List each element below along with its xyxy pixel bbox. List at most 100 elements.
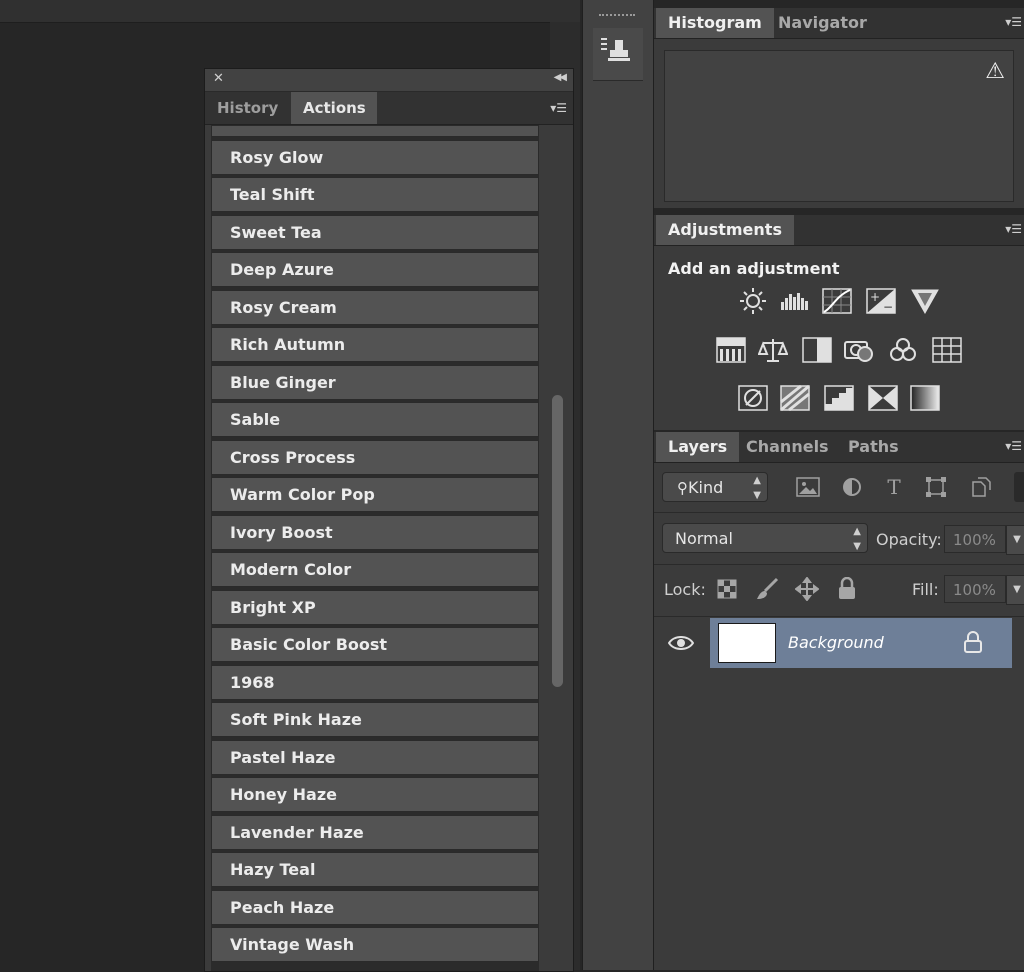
curves-icon[interactable] [822, 288, 852, 314]
shape-layer-filter-icon[interactable] [924, 475, 948, 499]
opacity-input[interactable]: 100% [944, 525, 1006, 553]
action-item[interactable]: Ivory Boost [211, 514, 539, 550]
panel-menu-icon[interactable]: ▾☰ [1005, 439, 1022, 453]
hue-saturation-icon[interactable] [716, 337, 746, 363]
levels-icon[interactable] [780, 288, 810, 314]
action-item[interactable]: Deep Azure [211, 252, 539, 287]
layer-thumbnail[interactable] [718, 623, 776, 663]
collapse-icon[interactable]: ◀◀ [554, 72, 567, 83]
divider [654, 616, 1024, 617]
lock-all-icon[interactable] [834, 576, 860, 602]
layers-panel: Layers Channels Paths ▾☰ ⚲Kind ▲ ▼ T Norm… [654, 432, 1024, 970]
fill-label: Fill: [912, 580, 939, 599]
action-item[interactable]: Cross Process [211, 439, 539, 475]
svg-text:+: + [870, 290, 880, 304]
lock-icon [962, 631, 984, 653]
document-tabbar [0, 0, 580, 23]
tab-histogram[interactable]: Histogram [656, 8, 774, 38]
action-item[interactable]: Warm Color Pop [211, 477, 539, 512]
tab-channels[interactable]: Channels [734, 432, 841, 462]
photo-filter-icon[interactable] [844, 337, 874, 363]
invert-icon[interactable] [738, 385, 768, 411]
histogram-panel-tabs: Histogram Navigator ▾☰ [654, 8, 1024, 39]
tab-actions[interactable]: Actions [291, 92, 377, 124]
channel-mixer-icon[interactable] [888, 337, 918, 363]
stepper-icon: ▲ ▼ [753, 475, 761, 501]
layer-selected[interactable]: Background [710, 618, 1012, 668]
tab-paths[interactable]: Paths [836, 432, 911, 462]
vibrance-icon[interactable] [910, 288, 940, 314]
action-item[interactable]: Soft Pink Haze [211, 702, 539, 737]
opacity-label: Opacity: [876, 530, 942, 549]
action-item[interactable]: Vintage Wash [211, 927, 539, 962]
action-item[interactable]: Honey Haze [211, 777, 539, 812]
action-item[interactable]: Peach Haze [211, 889, 539, 925]
lock-position-icon[interactable] [794, 576, 820, 602]
action-item[interactable]: Bright XP [211, 589, 539, 625]
brightness-contrast-icon[interactable] [738, 288, 768, 314]
histogram-display: ⚠ [664, 50, 1014, 202]
close-icon[interactable]: ✕ [213, 71, 224, 86]
visibility-eye-icon[interactable] [668, 630, 694, 656]
blend-mode-value: Normal [675, 529, 733, 548]
actions-list: Rosy Glow Teal Shift Sweet Tea Deep Azure Ro… [211, 125, 539, 971]
color-balance-icon[interactable] [758, 337, 788, 363]
gradient-map-icon[interactable] [910, 385, 940, 411]
action-item[interactable]: Rosy Glow [211, 139, 539, 175]
type-layer-filter-icon[interactable]: T [882, 475, 906, 499]
action-item[interactable]: Rosy Cream [211, 289, 539, 325]
tab-layers[interactable]: Layers [656, 432, 740, 462]
collapsed-panel-dock [582, 0, 654, 970]
action-item[interactable]: Rich Autumn [211, 327, 539, 362]
lock-transparent-pixels-icon[interactable] [714, 576, 740, 602]
clone-source-icon[interactable] [593, 28, 643, 81]
action-item[interactable]: Teal Shift [211, 177, 539, 212]
panel-menu-icon[interactable]: ▾☰ [1005, 15, 1022, 29]
action-item[interactable]: Hazy Teal [211, 852, 539, 887]
actions-panel-tabs: History Actions ▾☰ [205, 92, 573, 125]
action-item[interactable]: Sweet Tea [211, 214, 539, 250]
action-item[interactable]: Modern Color [211, 552, 539, 587]
scroll-thumb[interactable] [552, 395, 563, 687]
warning-icon[interactable]: ⚠ [985, 59, 1005, 84]
adjustment-layer-filter-icon[interactable] [840, 475, 864, 499]
tab-adjustments[interactable]: Adjustments [656, 215, 794, 245]
actions-panel: ✕ ◀◀ History Actions ▾☰ Rosy Glow Teal Sh… [204, 68, 574, 972]
pixel-layer-filter-icon[interactable] [796, 475, 820, 499]
histogram-panel: Histogram Navigator ▾☰ ⚠ [654, 8, 1024, 208]
color-lookup-icon[interactable] [932, 337, 962, 363]
exposure-icon[interactable]: + − [866, 288, 896, 314]
black-white-icon[interactable] [802, 337, 832, 363]
panel-menu-icon[interactable]: ▾☰ [1005, 222, 1022, 236]
filter-toggle[interactable] [1014, 472, 1024, 502]
action-item[interactable]: 1968 [211, 664, 539, 700]
adjustments-panel: Adjustments ▾☰ Add an adjustment + − [654, 215, 1024, 430]
action-item[interactable]: Sable [211, 402, 539, 437]
action-item[interactable]: Basic Color Boost [211, 627, 539, 662]
layer-name[interactable]: Background [788, 618, 884, 668]
action-item[interactable]: Blue Ginger [211, 364, 539, 400]
tab-navigator[interactable]: Navigator [766, 8, 879, 38]
actions-panel-titlebar[interactable]: ✕ ◀◀ [205, 69, 573, 92]
posterize-icon[interactable] [780, 385, 810, 411]
dock-grip[interactable] [599, 14, 635, 22]
panel-menu-icon[interactable]: ▾☰ [550, 101, 567, 115]
action-item[interactable]: Lavender Haze [211, 814, 539, 850]
smart-object-filter-icon[interactable] [968, 475, 992, 499]
filter-label: Kind [688, 478, 724, 497]
threshold-icon[interactable] [824, 385, 854, 411]
fill-input[interactable]: 100% [944, 575, 1006, 603]
tab-history[interactable]: History [205, 92, 291, 124]
action-item-partial[interactable] [211, 125, 539, 137]
lock-image-pixels-icon[interactable] [754, 576, 780, 602]
layer-filter-select[interactable]: ⚲Kind ▲ ▼ [662, 472, 768, 502]
selective-color-icon[interactable] [868, 385, 898, 411]
chevron-down-icon[interactable]: ▼ [1006, 575, 1024, 605]
lock-label: Lock: [664, 580, 706, 599]
blend-mode-select[interactable]: Normal ▲ ▼ [662, 523, 868, 553]
adjustments-heading: Add an adjustment [668, 259, 840, 278]
layer-row[interactable]: Background [654, 618, 1012, 668]
actions-scrollbar[interactable] [545, 125, 569, 971]
action-item[interactable]: Pastel Haze [211, 739, 539, 775]
chevron-down-icon[interactable]: ▼ [1006, 525, 1024, 555]
